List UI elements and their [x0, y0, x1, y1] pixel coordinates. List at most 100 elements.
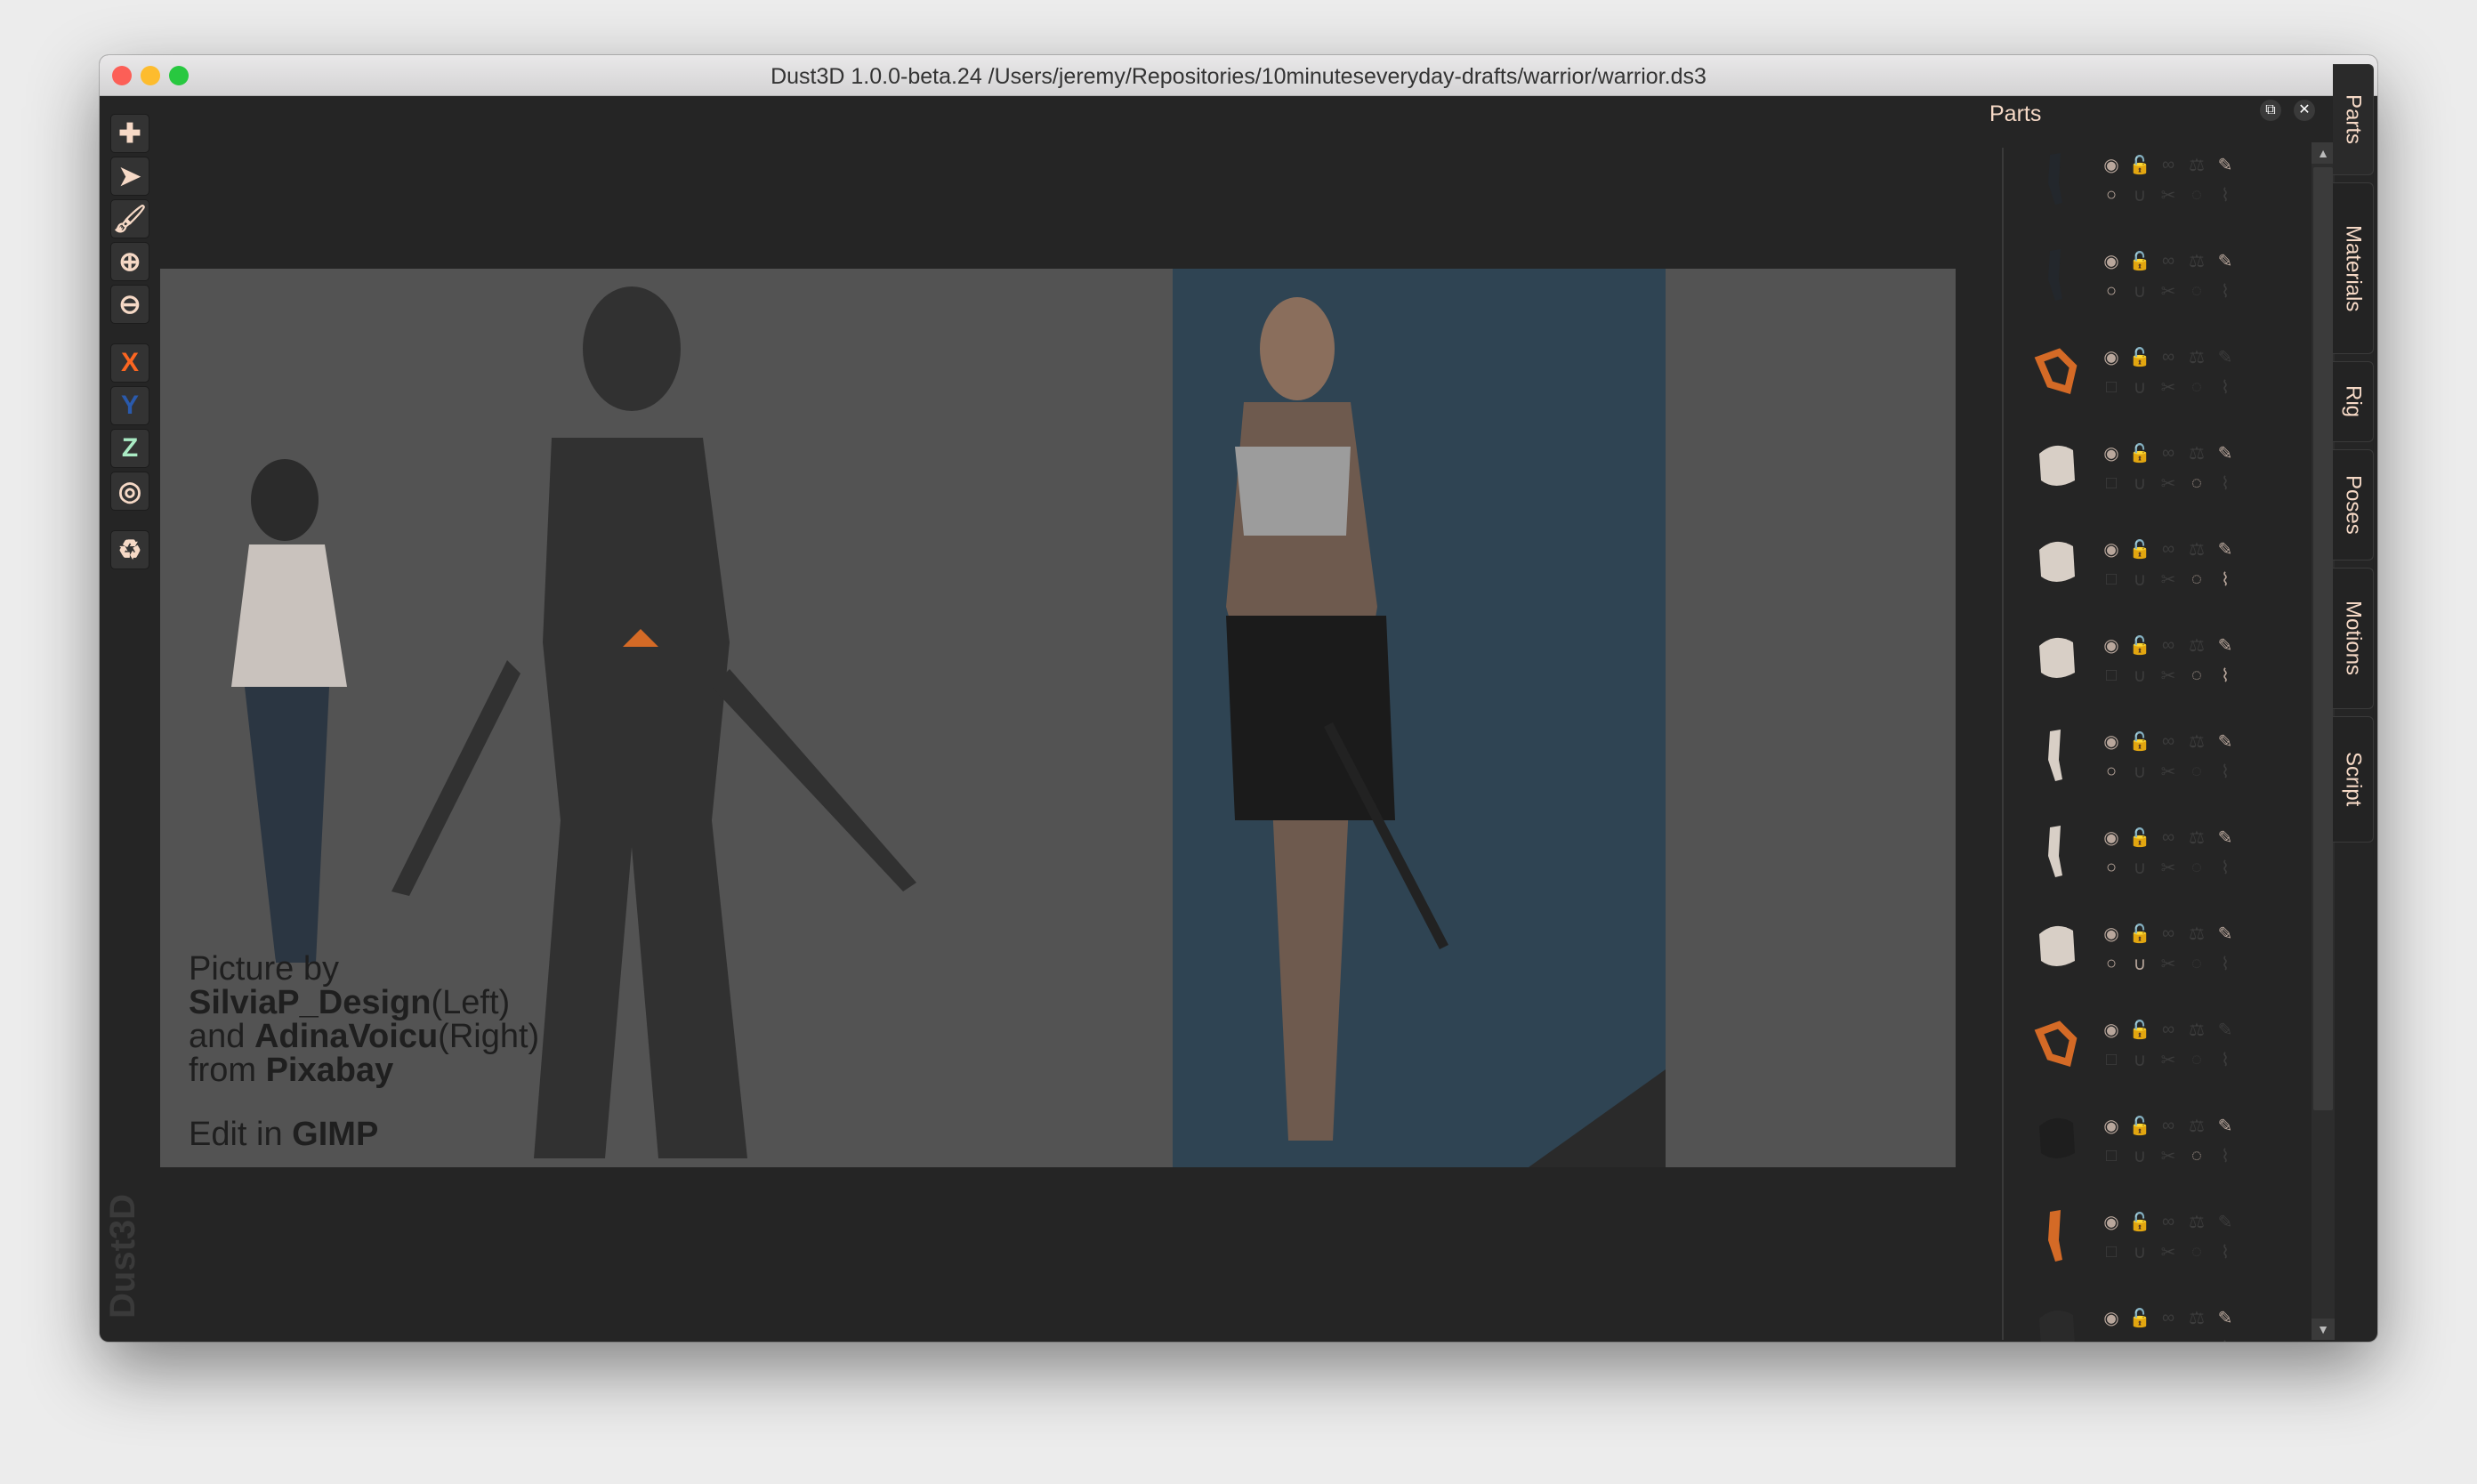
magnet-icon[interactable]: ∪ [2128, 1336, 2151, 1343]
check-square-icon[interactable]: □ [2100, 568, 2123, 591]
color-picker-icon[interactable]: ✎ [2214, 441, 2237, 464]
wing-icon[interactable]: ⌇ [2214, 279, 2237, 302]
link-icon[interactable]: ∞ [2157, 441, 2180, 464]
part-thumbnail[interactable] [2029, 244, 2082, 306]
part-thumbnail[interactable] [2029, 916, 2082, 979]
balance-icon[interactable]: ⚖ [2185, 1210, 2208, 1233]
scissors-icon[interactable]: ✂ [2157, 279, 2180, 302]
magnet-icon[interactable]: ∪ [2128, 760, 2151, 783]
part-row[interactable]: ◉🔓∞⚖✎□∪✂◌⌇ [2011, 1301, 2278, 1342]
color-picker-icon[interactable]: ✎ [2214, 1114, 2237, 1137]
tab-script[interactable]: Script [2333, 716, 2374, 843]
wing-icon[interactable]: ⌇ [2214, 1144, 2237, 1167]
magnet-icon[interactable]: ∪ [2128, 856, 2151, 879]
roundend-dotted-icon[interactable]: ◌ [2185, 856, 2208, 879]
check-square-icon[interactable]: □ [2100, 664, 2123, 687]
visibility-eye-icon[interactable]: ◉ [2100, 826, 2123, 849]
magnet-icon[interactable]: ∪ [2128, 664, 2151, 687]
tab-poses[interactable]: Poses [2333, 449, 2374, 561]
roundend-dotted-icon[interactable]: ◌ [2185, 1240, 2208, 1263]
color-picker-icon[interactable]: ✎ [2214, 826, 2237, 849]
color-picker-icon[interactable]: ✎ [2214, 249, 2237, 272]
lock-icon[interactable]: 🔓 [2128, 537, 2151, 561]
link-icon[interactable]: ∞ [2157, 730, 2180, 753]
link-icon[interactable]: ∞ [2157, 537, 2180, 561]
balance-icon[interactable]: ⚖ [2185, 537, 2208, 561]
lock-icon[interactable]: 🔓 [2128, 1018, 2151, 1041]
roundend-dotted-icon[interactable]: ◌ [2185, 664, 2208, 687]
roundend-dotted-icon[interactable]: ◌ [2185, 1144, 2208, 1167]
lock-icon[interactable]: 🔓 [2128, 441, 2151, 464]
visibility-eye-icon[interactable]: ◉ [2100, 1210, 2123, 1233]
zoom-in-button[interactable]: ⊕ [110, 242, 149, 281]
color-picker-icon[interactable]: ✎ [2214, 922, 2237, 945]
visibility-eye-icon[interactable]: ◉ [2100, 249, 2123, 272]
scissors-icon[interactable]: ✂ [2157, 760, 2180, 783]
scissors-icon[interactable]: ✂ [2157, 1144, 2180, 1167]
visibility-eye-icon[interactable]: ◉ [2100, 441, 2123, 464]
balance-icon[interactable]: ⚖ [2185, 730, 2208, 753]
scissors-icon[interactable]: ✂ [2157, 183, 2180, 206]
wing-icon[interactable]: ⌇ [2214, 1336, 2237, 1343]
check-square-icon[interactable]: □ [2100, 375, 2123, 399]
tab-materials[interactable]: Materials [2333, 182, 2374, 354]
circle-icon[interactable]: ○ [2100, 856, 2123, 879]
part-thumbnail[interactable] [2029, 436, 2082, 498]
axis-x-button[interactable]: X [110, 343, 149, 383]
link-icon[interactable]: ∞ [2157, 1306, 2180, 1329]
color-picker-icon[interactable]: ✎ [2214, 537, 2237, 561]
part-row[interactable]: ◉ 🔓 ∞ ⚖ ✎ ○ ∪ ✂ ◌ ⌇ [2011, 244, 2278, 333]
part-thumbnail[interactable] [2029, 532, 2082, 594]
roundend-dotted-icon[interactable]: ◌ [2185, 1048, 2208, 1071]
balance-icon[interactable]: ⚖ [2185, 345, 2208, 368]
part-row[interactable]: ◉🔓∞⚖✎□∪✂◌⌇ [2011, 1205, 2278, 1294]
part-thumbnail[interactable] [2029, 1012, 2082, 1075]
roundend-dotted-icon[interactable]: ◌ [2185, 279, 2208, 302]
roundend-dotted-icon[interactable]: ◌ [2185, 952, 2208, 975]
tab-rig[interactable]: Rig [2333, 361, 2374, 442]
lock-icon[interactable]: 🔓 [2128, 1210, 2151, 1233]
part-row[interactable]: ◉🔓∞⚖✎□∪✂◌⌇ [2011, 628, 2278, 717]
part-thumbnail[interactable] [2029, 1109, 2082, 1171]
part-thumbnail[interactable] [2029, 1205, 2082, 1267]
lock-icon[interactable]: 🔓 [2128, 730, 2151, 753]
scissors-icon[interactable]: ✂ [2157, 568, 2180, 591]
recycle-button[interactable]: ♻ [110, 530, 149, 569]
lock-icon[interactable]: 🔓 [2128, 633, 2151, 657]
circle-icon[interactable]: ○ [2100, 952, 2123, 975]
link-icon[interactable]: ∞ [2157, 633, 2180, 657]
part-row[interactable]: ◉ 🔓 ∞ ⚖ ✎ ○ ∪ ✂ ◌ ⌇ [2011, 148, 2278, 237]
visibility-eye-icon[interactable]: ◉ [2100, 1018, 2123, 1041]
balance-icon[interactable]: ⚖ [2185, 1114, 2208, 1137]
roundend-dotted-icon[interactable]: ◌ [2185, 760, 2208, 783]
link-icon[interactable]: ∞ [2157, 922, 2180, 945]
select-pointer-button[interactable]: ➤ [110, 157, 149, 196]
scissors-icon[interactable]: ✂ [2157, 1336, 2180, 1343]
balance-icon[interactable]: ⚖ [2185, 633, 2208, 657]
wing-icon[interactable]: ⌇ [2214, 952, 2237, 975]
part-row[interactable]: ◉ 🔓 ∞ ⚖ ✎ ○ ∪ ✂ ◌ ⌇ [2011, 916, 2278, 1005]
magnet-icon[interactable]: ∪ [2128, 952, 2151, 975]
visibility-eye-icon[interactable]: ◉ [2100, 537, 2123, 561]
color-picker-icon[interactable]: ✎ [2214, 1018, 2237, 1041]
magnet-icon[interactable]: ∪ [2128, 279, 2151, 302]
lock-icon[interactable]: 🔓 [2128, 1306, 2151, 1329]
wing-icon[interactable]: ⌇ [2214, 568, 2237, 591]
color-picker-icon[interactable]: ✎ [2214, 730, 2237, 753]
scissors-icon[interactable]: ✂ [2157, 1240, 2180, 1263]
circle-icon[interactable]: ○ [2100, 760, 2123, 783]
lock-icon[interactable]: 🔓 [2128, 345, 2151, 368]
visibility-eye-icon[interactable]: ◉ [2100, 730, 2123, 753]
axis-z-button[interactable]: Z [110, 429, 149, 468]
scissors-icon[interactable]: ✂ [2157, 375, 2180, 399]
part-row[interactable]: ◉🔓∞⚖✎□∪✂◌⌇ [2011, 1109, 2278, 1198]
wing-icon[interactable]: ⌇ [2214, 1240, 2237, 1263]
link-icon[interactable]: ∞ [2157, 1114, 2180, 1137]
link-icon[interactable]: ∞ [2157, 1210, 2180, 1233]
magnet-icon[interactable]: ∪ [2128, 568, 2151, 591]
visibility-eye-icon[interactable]: ◉ [2100, 345, 2123, 368]
part-row[interactable]: ◉🔓∞⚖✎□∪✂◌⌇ [2011, 436, 2278, 525]
magnet-icon[interactable]: ∪ [2128, 183, 2151, 206]
balance-icon[interactable]: ⚖ [2185, 153, 2208, 176]
wing-icon[interactable]: ⌇ [2214, 760, 2237, 783]
